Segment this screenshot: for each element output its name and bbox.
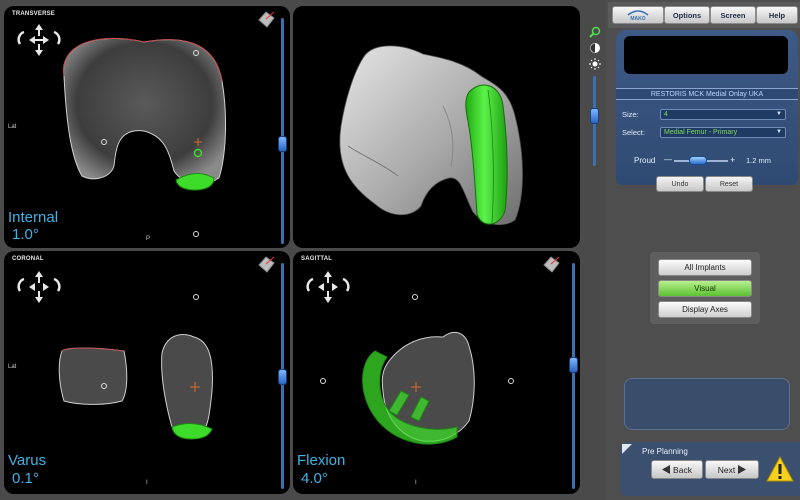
chevron-down-icon: ▼ bbox=[776, 129, 782, 135]
screen-menu-button[interactable]: Screen bbox=[710, 6, 756, 24]
size-select-value: 4 bbox=[664, 111, 668, 118]
message-display bbox=[624, 36, 788, 74]
coronal-bone-scan bbox=[58, 294, 213, 440]
component-select-value: Medial Femur - Primary bbox=[664, 129, 738, 136]
mako-logo-button[interactable]: MAKO bbox=[612, 6, 664, 24]
view-tools-column bbox=[584, 0, 606, 500]
zoom-icon[interactable] bbox=[589, 26, 601, 38]
coronal-viewport[interactable]: CORONAL Lat I Varus 0.1° bbox=[4, 251, 290, 494]
help-menu-button[interactable]: Help bbox=[756, 6, 798, 24]
all-implants-button[interactable]: All Implants bbox=[658, 259, 752, 276]
coronal-slice-knob[interactable] bbox=[278, 369, 287, 385]
contrast-icon[interactable] bbox=[589, 42, 601, 54]
mako-logo-icon bbox=[627, 9, 649, 16]
varus-angle-value: 0.1° bbox=[12, 470, 39, 487]
planning-panel: MAKO Options Screen Help RESTORIS MCK Me… bbox=[606, 0, 800, 500]
warning-icon[interactable] bbox=[766, 456, 794, 482]
mako-logo-text: MAKO bbox=[630, 15, 646, 22]
brightness-knob[interactable] bbox=[590, 108, 599, 124]
sagittal-slice-knob[interactable] bbox=[569, 357, 578, 373]
rotation-angle-name: Internal bbox=[8, 209, 59, 226]
size-select[interactable]: 4 ▼ bbox=[660, 109, 786, 120]
select-label: Select: bbox=[622, 128, 645, 137]
transverse-slice-knob[interactable] bbox=[278, 136, 287, 152]
back-button[interactable]: Back bbox=[651, 460, 703, 479]
chevron-left-icon bbox=[662, 465, 671, 474]
undo-button[interactable]: Undo bbox=[656, 176, 704, 192]
visual-button[interactable]: Visual bbox=[658, 280, 752, 297]
proud-label: Proud bbox=[634, 156, 656, 165]
3d-viewport[interactable] bbox=[293, 6, 580, 248]
lateral-label: Lat bbox=[8, 364, 17, 370]
options-menu-button[interactable]: Options bbox=[664, 6, 710, 24]
transverse-slice-slider[interactable] bbox=[281, 18, 284, 244]
workflow-stage-title: Pre Planning bbox=[642, 447, 688, 456]
chevron-right-icon bbox=[738, 465, 747, 474]
proud-minus[interactable]: — bbox=[664, 155, 672, 164]
sagittal-viewport[interactable]: SAGITTAL I Flexion 4.0° bbox=[293, 251, 580, 494]
display-axes-button[interactable]: Display Axes bbox=[658, 301, 752, 318]
sagittal-slice-slider[interactable] bbox=[572, 263, 575, 489]
rotation-angle-value: 1.0° bbox=[12, 226, 39, 243]
flexion-angle-value: 4.0° bbox=[301, 470, 328, 487]
proud-plus[interactable]: + bbox=[730, 155, 735, 165]
transverse-viewport[interactable]: TRANSVERSE Lat P Internal 1.0° bbox=[4, 6, 290, 248]
proud-value: 1.2 mm bbox=[746, 156, 772, 165]
next-button-label: Next bbox=[717, 464, 736, 475]
3d-femur-model bbox=[339, 45, 523, 226]
next-button[interactable]: Next bbox=[705, 460, 759, 479]
size-label: Size: bbox=[622, 110, 639, 119]
implant-title: RESTORIS MCK Medial Onlay UKA bbox=[616, 88, 798, 100]
posterior-label: P bbox=[146, 236, 151, 242]
lateral-label: Lat bbox=[8, 124, 17, 130]
info-box bbox=[624, 378, 790, 430]
proud-slider-thumb[interactable] bbox=[689, 156, 708, 165]
corner-triangle-icon bbox=[622, 444, 632, 454]
varus-angle-name: Varus bbox=[8, 452, 47, 469]
brightness-icon[interactable] bbox=[589, 58, 601, 70]
surgical-planning-app: TRANSVERSE Lat P Internal 1.0° CORONAL L… bbox=[0, 0, 800, 500]
back-button-label: Back bbox=[673, 464, 692, 475]
inferior-label: I bbox=[146, 480, 148, 486]
flexion-angle-name: Flexion bbox=[297, 452, 346, 469]
chevron-down-icon: ▼ bbox=[776, 111, 782, 117]
inferior-label: I bbox=[415, 480, 417, 486]
reset-button[interactable]: Reset bbox=[705, 176, 753, 192]
component-select[interactable]: Medial Femur - Primary ▼ bbox=[660, 127, 786, 138]
